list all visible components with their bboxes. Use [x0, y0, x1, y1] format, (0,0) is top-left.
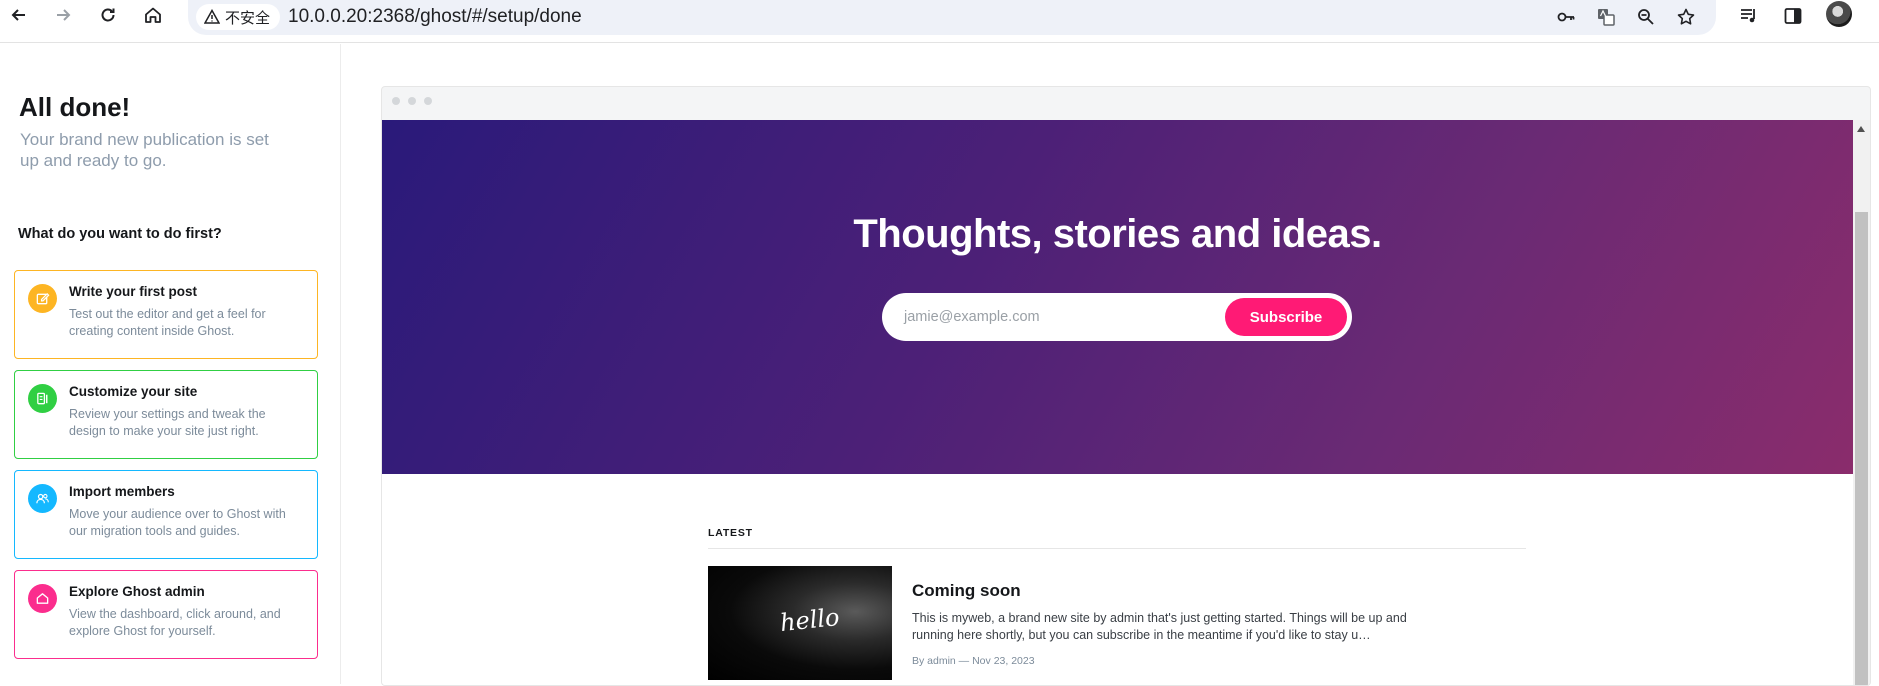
profile-avatar[interactable] — [1826, 1, 1852, 27]
setup-panel: All done! Your brand new publication is … — [0, 44, 341, 684]
card-description: View the dashboard, click around, and ex… — [69, 607, 281, 638]
card-description: Move your audience over to Ghost with ou… — [69, 507, 286, 538]
warning-icon — [204, 9, 220, 24]
home-button[interactable] — [138, 0, 168, 30]
arrow-left-icon — [11, 9, 25, 21]
card-description: Review your settings and tweak the desig… — [69, 407, 266, 438]
window-dots — [392, 97, 432, 105]
members-icon — [28, 484, 57, 513]
next-steps-heading: What do you want to do first? — [18, 226, 222, 242]
paintbrush-icon — [28, 384, 57, 413]
hero-title: Thoughts, stories and ideas. — [853, 212, 1382, 256]
home-icon — [28, 584, 57, 613]
translate-icon — [1598, 9, 1615, 26]
translate-button[interactable] — [1593, 4, 1619, 30]
forward-button[interactable] — [48, 0, 78, 30]
reload-button[interactable] — [93, 0, 123, 30]
url-text[interactable]: 10.0.0.20:2368/ghost/#/setup/done — [288, 4, 582, 30]
scrollbar[interactable] — [1853, 120, 1870, 685]
address-bar[interactable]: 不安全 10.0.0.20:2368/ghost/#/setup/done — [188, 0, 1716, 35]
customize-site-card[interactable]: Customize your site Review your settings… — [14, 370, 318, 459]
divider — [708, 548, 1526, 549]
email-input[interactable]: jamie@example.com — [904, 293, 1040, 341]
card-description: Test out the editor and get a feel for c… — [69, 307, 266, 338]
import-members-card[interactable]: Import members Move your audience over t… — [14, 470, 318, 559]
card-title: Write your first post — [69, 284, 198, 299]
post-thumbnail[interactable]: hello — [708, 566, 892, 680]
back-button[interactable] — [4, 0, 34, 30]
hero-section: Thoughts, stories and ideas. jamie@examp… — [382, 120, 1853, 474]
latest-label: LATEST — [708, 527, 753, 539]
site-preview-window: Thoughts, stories and ideas. jamie@examp… — [381, 86, 1871, 686]
home-icon — [145, 7, 161, 23]
browser-toolbar: 不安全 10.0.0.20:2368/ghost/#/setup/done — [0, 0, 1879, 43]
security-label: 不安全 — [225, 9, 271, 27]
zoom-icon — [1638, 9, 1654, 25]
star-icon — [1677, 8, 1695, 25]
site-preview: Thoughts, stories and ideas. jamie@examp… — [382, 120, 1853, 685]
page-subtitle: Your brand new publication is set up and… — [20, 130, 269, 170]
key-icon — [1557, 12, 1575, 22]
pencil-icon — [28, 284, 57, 313]
side-panel-icon — [1784, 8, 1802, 24]
post-meta: By admin — Nov 23, 2023 — [912, 655, 1035, 667]
scroll-up-arrow[interactable] — [1857, 126, 1865, 132]
arrow-right-icon — [57, 9, 71, 21]
zoom-button[interactable] — [1633, 4, 1659, 30]
write-first-post-card[interactable]: Write your first post Test out the edito… — [14, 270, 318, 359]
card-title: Explore Ghost admin — [69, 584, 205, 599]
post-excerpt: This is myweb, a brand new site by admin… — [912, 611, 1407, 642]
page-title: All done! — [19, 92, 131, 122]
thumbnail-text: hello — [778, 602, 841, 638]
playlist-icon — [1741, 9, 1755, 23]
explore-admin-card[interactable]: Explore Ghost admin View the dashboard, … — [14, 570, 318, 659]
scroll-thumb[interactable] — [1855, 212, 1868, 685]
bookmark-button[interactable] — [1673, 4, 1699, 30]
post-title[interactable]: Coming soon — [912, 581, 1021, 601]
security-indicator[interactable]: 不安全 — [196, 4, 281, 30]
reload-icon — [101, 8, 115, 22]
side-panel-button[interactable] — [1779, 2, 1807, 30]
reading-list-button[interactable] — [1735, 2, 1763, 30]
password-key-button[interactable] — [1553, 4, 1579, 30]
card-title: Import members — [69, 484, 175, 499]
subscribe-form: jamie@example.com Subscribe — [882, 293, 1352, 341]
subscribe-button[interactable]: Subscribe — [1225, 298, 1347, 336]
card-title: Customize your site — [69, 384, 198, 399]
